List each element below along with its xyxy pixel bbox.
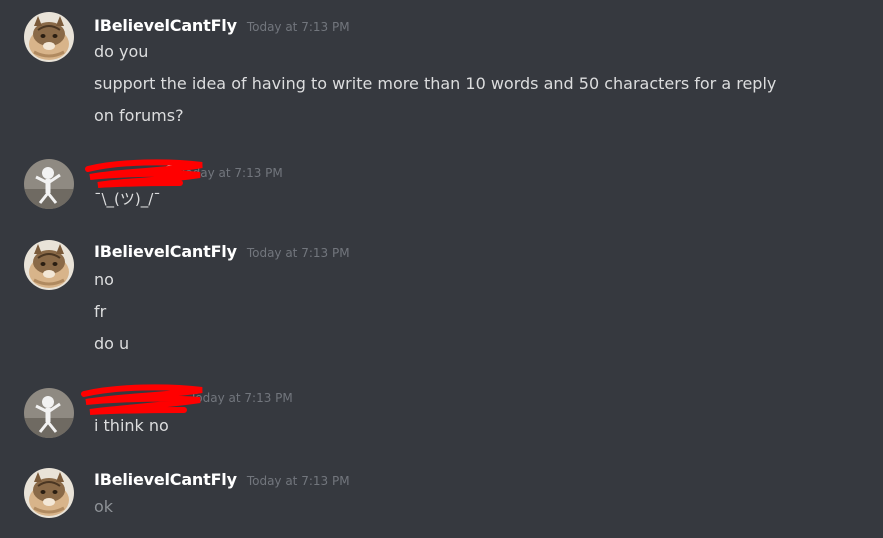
message-text: on forums? <box>94 106 184 125</box>
message: 6 Today at 7:13 PM ¯\_(ツ)_/¯ <box>0 150 883 220</box>
message: IBelievelCantFly Today at 7:13 PM ok <box>0 456 883 538</box>
message-text: no <box>94 270 114 289</box>
shrug-figure-avatar-icon[interactable] <box>24 159 74 209</box>
message-text: do u <box>94 334 130 353</box>
timestamp: Today at 7:13 PM <box>190 391 293 405</box>
message: Today at 7:13 PM i think no <box>0 380 883 450</box>
message-text: fr <box>94 302 107 321</box>
timestamp: Today at 7:13 PM <box>246 474 350 488</box>
timestamp: Today at 7:13 PM <box>246 20 350 34</box>
cat-avatar-icon[interactable] <box>24 240 74 290</box>
message: IBelievelCantFly Today at 7:13 PM do you… <box>0 0 883 140</box>
message-text: i think no <box>94 416 169 435</box>
timestamp: Today at 7:13 PM <box>180 166 283 180</box>
message: IBelievelCantFly Today at 7:13 PM no fr … <box>0 228 883 368</box>
message-text: ok <box>94 497 114 516</box>
username[interactable]: IBelievelCantFly <box>94 16 237 35</box>
message-text: support the idea of having to write more… <box>94 74 777 93</box>
timestamp: Today at 7:13 PM <box>246 246 350 260</box>
username[interactable]: IBelievelCantFly <box>94 470 237 489</box>
username[interactable]: 6 <box>94 162 174 181</box>
shrug-figure-avatar-icon[interactable] <box>24 388 74 438</box>
username[interactable]: IBelievelCantFly <box>94 242 237 261</box>
cat-avatar-icon[interactable] <box>24 12 74 62</box>
message-text: ¯\_(ツ)_/¯ <box>94 190 161 208</box>
cat-avatar-icon[interactable] <box>24 468 74 518</box>
message-text: do you <box>94 42 149 61</box>
